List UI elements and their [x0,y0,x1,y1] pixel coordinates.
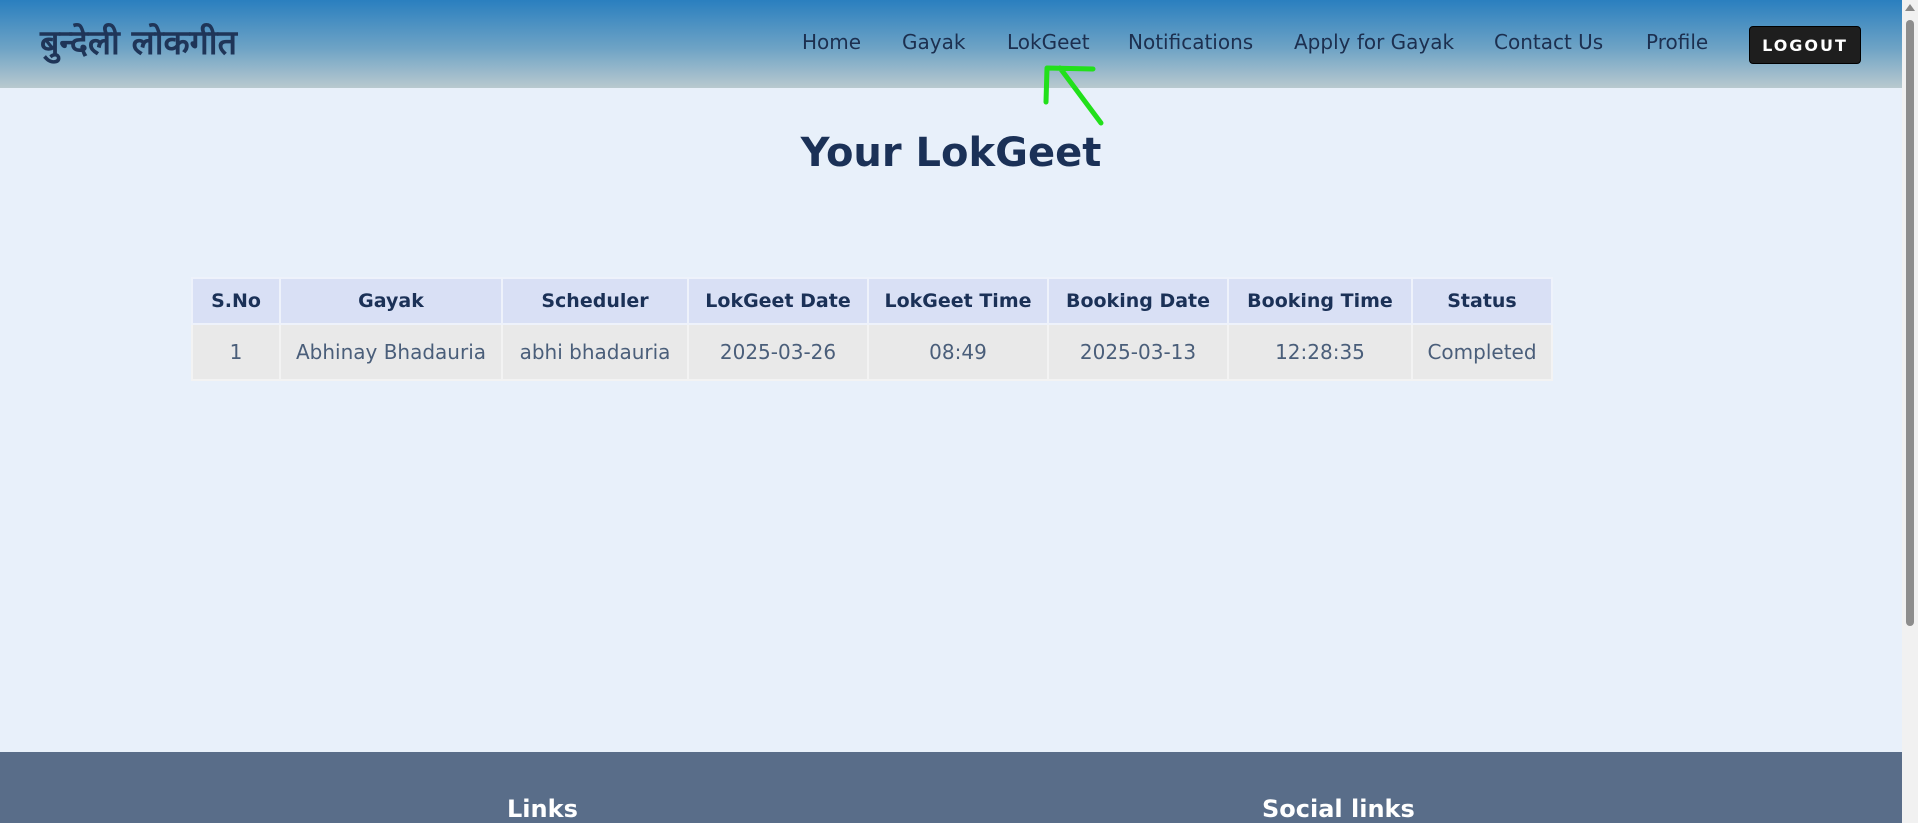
footer: Links Social links [0,752,1902,823]
lokgeet-table: S.No Gayak Scheduler LokGeet Date LokGee… [191,277,1553,381]
table-row: 1 Abhinay Bhadauria abhi bhadauria 2025-… [191,323,1553,381]
column-header-lokgeet-date: LokGeet Date [687,277,869,325]
cell-status: Completed [1411,323,1553,381]
column-header-booking-time: Booking Time [1227,277,1413,325]
cell-booking-time: 12:28:35 [1227,323,1413,381]
cell-lokgeet-time: 08:49 [867,323,1049,381]
cell-lokgeet-date: 2025-03-26 [687,323,869,381]
nav-link-profile[interactable]: Profile [1646,30,1708,54]
column-header-sno: S.No [191,277,281,325]
column-header-booking-date: Booking Date [1047,277,1229,325]
nav-link-contact-us[interactable]: Contact Us [1494,30,1603,54]
logout-button[interactable]: LOGOUT [1749,26,1861,64]
column-header-lokgeet-time: LokGeet Time [867,277,1049,325]
column-header-gayak: Gayak [279,277,503,325]
nav-link-notifications[interactable]: Notifications [1128,30,1253,54]
top-navbar: बुन्देली लोकगीत Home Gayak LokGeet Notif… [0,0,1902,88]
footer-links-heading: Links [507,795,578,823]
table-header-row: S.No Gayak Scheduler LokGeet Date LokGee… [191,277,1553,325]
nav-link-apply-for-gayak[interactable]: Apply for Gayak [1294,30,1454,54]
page-title: Your LokGeet [800,130,1102,176]
cell-gayak: Abhinay Bhadauria [279,323,503,381]
site-brand[interactable]: बुन्देली लोकगीत [40,18,237,64]
cell-booking-date: 2025-03-13 [1047,323,1229,381]
vertical-scrollbar[interactable] [1902,0,1918,823]
column-header-scheduler: Scheduler [501,277,689,325]
nav-link-home[interactable]: Home [802,30,861,54]
scrollbar-thumb[interactable] [1906,20,1914,626]
nav-link-lokgeet[interactable]: LokGeet [1007,30,1090,54]
cell-sno: 1 [191,323,281,381]
cell-scheduler: abhi bhadauria [501,323,689,381]
scroll-up-arrow-icon[interactable] [1905,4,1915,11]
column-header-status: Status [1411,277,1553,325]
footer-social-links-heading: Social links [1262,795,1415,823]
green-arrow-annotation-icon [1043,65,1104,126]
nav-link-gayak[interactable]: Gayak [902,30,965,54]
